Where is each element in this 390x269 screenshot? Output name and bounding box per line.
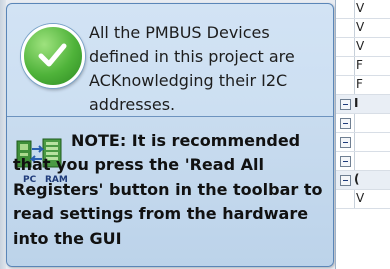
grid-cell: V	[356, 39, 365, 53]
section-label: (	[354, 172, 360, 186]
grid-row[interactable]: V	[336, 38, 390, 57]
grid-section-row[interactable]: I	[336, 95, 390, 114]
grid-row[interactable]: V	[336, 190, 390, 209]
grid-cell-border	[354, 152, 390, 170]
grid-row[interactable]: F	[336, 57, 390, 76]
grid-cell: F	[356, 58, 363, 72]
ack-status-section: All the PMBUS Devices defined in this pr…	[7, 4, 333, 116]
grid-cell: V	[356, 1, 365, 15]
collapse-icon[interactable]	[340, 156, 351, 167]
grid-cell: V	[356, 191, 365, 205]
status-balloon-tooltip: All the PMBUS Devices defined in this pr…	[6, 3, 334, 267]
grid-row[interactable]: V	[336, 19, 390, 38]
grid-cell: F	[356, 77, 363, 91]
grid-cell: V	[356, 20, 365, 34]
grid-section-row[interactable]: (	[336, 171, 390, 190]
register-grid[interactable]: V V V F F I ( V	[335, 0, 390, 269]
grid-row[interactable]	[336, 114, 390, 133]
grid-row[interactable]: V	[336, 0, 390, 19]
collapse-icon[interactable]	[340, 175, 351, 186]
section-label: I	[354, 96, 359, 110]
grid-row[interactable]	[336, 133, 390, 152]
note-body: that you press the 'Read All Registers' …	[13, 155, 323, 248]
collapse-icon[interactable]	[340, 118, 351, 129]
collapse-icon[interactable]	[340, 137, 351, 148]
grid-cell-border	[354, 114, 390, 132]
check-circle-icon	[21, 24, 85, 88]
collapse-icon[interactable]	[340, 99, 351, 110]
grid-row[interactable]	[336, 152, 390, 171]
note-lead: NOTE: It is recommended	[71, 131, 301, 150]
note-section: PC RAM NOTE: It is recommended that you …	[7, 117, 333, 266]
ack-message: All the PMBUS Devices defined in this pr…	[89, 23, 295, 114]
grid-cell-border	[354, 133, 390, 151]
grid-row[interactable]: F	[336, 76, 390, 95]
